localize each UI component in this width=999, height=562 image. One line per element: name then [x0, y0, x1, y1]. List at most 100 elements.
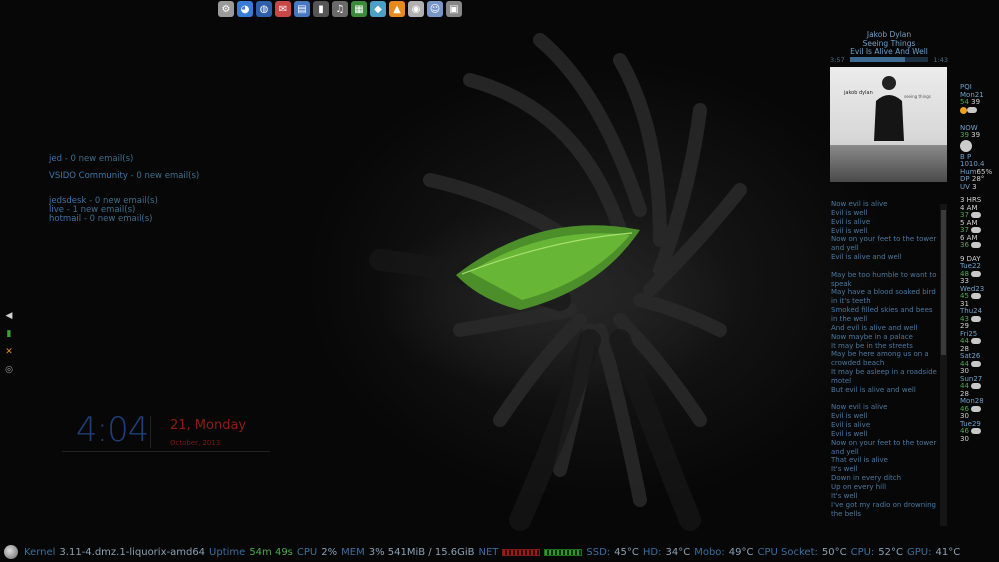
album-cover-pier: [830, 145, 947, 182]
side-launcher: ◀ ▮ ✕ ◎: [2, 308, 16, 377]
mobo-label: Mobo:: [694, 546, 725, 558]
email-account-name: jed: [49, 154, 62, 164]
lyric-line: May be too humble to want to speak: [831, 270, 937, 288]
mobo-value: 49°C: [728, 546, 754, 558]
email-row: jed - 0 new email(s): [49, 155, 199, 164]
menu-icon[interactable]: [4, 545, 18, 559]
net-label: NET: [478, 546, 499, 558]
weather-now-temps: 39 39: [960, 131, 981, 139]
cpu-value: 2%: [321, 546, 338, 558]
weather-current-icon: [960, 106, 998, 121]
email-count: - 0 new email(s): [64, 154, 134, 164]
cpu-label: CPU: [296, 546, 318, 558]
album-cover: jakob dylan seeing things: [830, 67, 947, 182]
clock-underline: [62, 451, 270, 452]
lyric-line: I've got my radio on drowning the bells: [831, 500, 936, 518]
weather-hi-lo: 54 39: [960, 98, 981, 106]
settings-icon[interactable]: ◎: [2, 362, 16, 377]
mem-value: 3% 541MiB / 15.6GiB: [368, 546, 475, 558]
lyrics-panel: Now evil is alive Evil is well Evil is ali…: [831, 200, 937, 527]
disc-icon[interactable]: ◉: [408, 1, 424, 17]
battery-icon[interactable]: ▮: [2, 326, 16, 341]
clock-time: 4:04: [76, 410, 149, 450]
clock-month-year: October, 2013: [170, 439, 221, 447]
lyric-line: Now evil is alive: [831, 403, 888, 412]
lyric-line: Evil is well: [831, 412, 868, 421]
lyric-line: Now maybe in a palace: [831, 332, 913, 341]
email-account-name: hotmail: [49, 214, 82, 224]
lyric-line: Evil is well: [831, 226, 868, 235]
network-icon[interactable]: ◍: [256, 1, 272, 17]
lock-icon[interactable]: ▣: [446, 1, 462, 17]
email-count: - 0 new email(s): [83, 214, 153, 224]
cpu-temp-value: 52°C: [878, 546, 904, 558]
weather-widget: PQI Mon21 54 39 NOW 39 39 B P 1010.4 Hum…: [960, 83, 998, 443]
elapsed-time: 3:57: [830, 56, 845, 64]
lyric-line: Up on every hill: [831, 483, 887, 491]
system-status-bar: Kernel 3.11-4.dmz.1-liquorix-amd64 Uptim…: [0, 542, 999, 562]
hd-label: HD:: [642, 546, 662, 558]
vlc-icon[interactable]: ▲: [389, 1, 405, 17]
terminal-icon[interactable]: ▮: [313, 1, 329, 17]
email-widget: jed - 0 new email(s) VSIDO Community - 0…: [49, 155, 199, 224]
lyric-line: Now on your feet to the tower and yell: [831, 235, 937, 253]
media-player-icon[interactable]: ♫: [332, 1, 348, 17]
album-cover-person: [874, 76, 904, 141]
lyric-line: It's well: [831, 465, 858, 474]
lyric-line: Down in every ditch: [831, 474, 902, 483]
kernel-value: 3.11-4.dmz.1-liquorix-amd64: [59, 546, 206, 558]
document-icon[interactable]: ▤: [294, 1, 310, 17]
uptime-value: 54m 49s: [249, 546, 293, 558]
weather-uv: UV 3: [960, 182, 977, 191]
gpu-value: 41°C: [935, 546, 961, 558]
cube-icon[interactable]: ◆: [370, 1, 386, 17]
system-icon[interactable]: ⚙: [218, 1, 234, 17]
archive-icon[interactable]: ▦: [351, 1, 367, 17]
user-icon[interactable]: ☺: [427, 1, 443, 17]
lyric-line: Evil is alive: [831, 421, 871, 430]
lyrics-scroll-thumb[interactable]: [941, 210, 946, 355]
forecast-temps: 44 28: [960, 337, 998, 353]
email-count: - 0 new email(s): [130, 171, 200, 181]
moon-icon: [960, 139, 998, 154]
gpu-label: GPU:: [907, 546, 932, 558]
lyrics-scrollbar[interactable]: [940, 204, 947, 526]
net-up-graph: [544, 548, 583, 556]
volume-icon[interactable]: ◀: [2, 308, 16, 323]
clock-divider: [150, 416, 151, 448]
lyric-line: May have a blood soaked bird in it's tee…: [831, 288, 936, 306]
forecast-temps: 43 29: [960, 315, 998, 331]
uptime-label: Uptime: [209, 546, 246, 558]
ssd-label: SSD:: [586, 546, 611, 558]
lyric-line: And evil is alive and well: [831, 323, 918, 332]
lyric-line: Evil is alive: [831, 217, 871, 226]
lyric-line: That evil is alive: [831, 456, 888, 465]
ssd-value: 45°C: [614, 546, 639, 558]
email-row: hotmail - 0 new email(s): [49, 215, 199, 224]
lyric-line: It's well: [831, 491, 858, 500]
now-playing-header: Jakob Dylan Seeing Things Evil Is Alive …: [830, 30, 948, 57]
progress-track[interactable]: [850, 57, 928, 62]
mem-label: MEM: [341, 546, 365, 558]
mail-icon[interactable]: ✉: [275, 1, 291, 17]
lyric-line: Evil is well: [831, 208, 868, 217]
browser-icon[interactable]: ◕: [237, 1, 253, 17]
net-down-graph: [502, 548, 541, 556]
forecast-temps: 44 30: [960, 360, 998, 376]
progress-fill: [850, 57, 905, 62]
lyric-line: It may be in the streets: [831, 341, 913, 350]
email-account-name: VSIDO Community: [49, 171, 128, 181]
lyric-line: Evil is well: [831, 429, 868, 438]
remaining-time: 1:43: [933, 56, 948, 64]
tools-icon[interactable]: ✕: [2, 344, 16, 359]
lyric-line: Now on your feet to the tower and yell: [831, 438, 937, 456]
forecast-temps: 46 30: [960, 405, 998, 421]
cpu-socket-value: 50°C: [821, 546, 847, 558]
lyrics-gap: [831, 262, 937, 271]
playback-progress[interactable]: 3:57 1:43: [830, 56, 948, 64]
album-cover-artist: jakob dylan: [844, 90, 873, 96]
lyric-line: May be here among us on a crowded beach: [831, 350, 929, 368]
lyric-line: It may be asleep in a roadside motel: [831, 368, 937, 385]
forecast-temps: 46 30: [960, 427, 998, 443]
forecast-temps: 45 31: [960, 292, 998, 308]
